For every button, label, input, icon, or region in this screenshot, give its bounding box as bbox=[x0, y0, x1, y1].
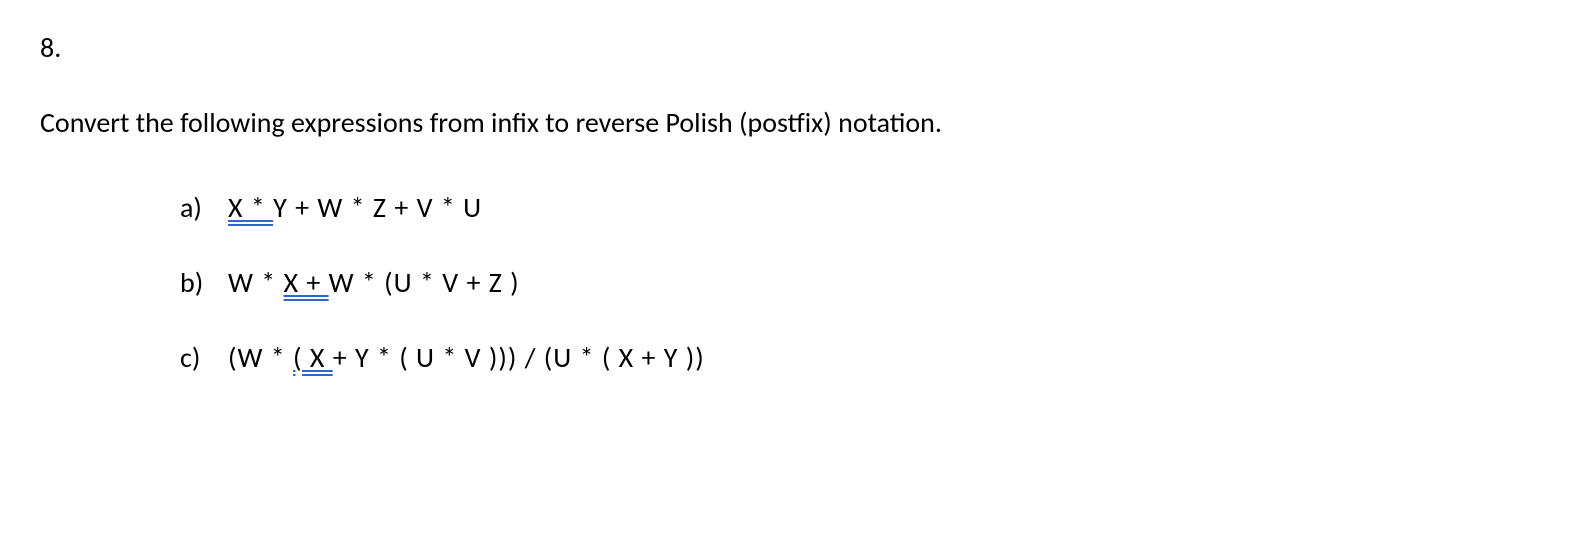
items-container: a) X * Y + W * Z + V * U b) W * X + W * … bbox=[40, 190, 1546, 375]
rest-b: W * (U * V + Z ) bbox=[329, 265, 520, 300]
expression-b: W * X + W * (U * V + Z ) bbox=[228, 265, 520, 300]
rest-c: + Y * ( U * V ))) / (U * ( X + Y )) bbox=[333, 340, 705, 375]
question-number: 8. bbox=[40, 30, 1546, 65]
pre-underline-c: (W * bbox=[228, 340, 293, 375]
expression-a: X * Y + W * Z + V * U bbox=[228, 190, 482, 225]
item-label-c: c) bbox=[180, 340, 210, 375]
pre-underline-b: W * bbox=[228, 265, 284, 300]
underlined-span-c: ( X bbox=[293, 340, 333, 375]
item-label-a: a) bbox=[180, 190, 210, 225]
item-label-b: b) bbox=[180, 265, 210, 300]
expression-c: (W * ( X + Y * ( U * V ))) / (U * ( X + … bbox=[228, 340, 705, 375]
underlined-span-a: X * bbox=[228, 190, 273, 225]
list-item: c) (W * ( X + Y * ( U * V ))) / (U * ( X… bbox=[180, 340, 1546, 375]
underlined-span-b: X + bbox=[284, 265, 329, 300]
list-item: a) X * Y + W * Z + V * U bbox=[180, 190, 1546, 225]
list-item: b) W * X + W * (U * V + Z ) bbox=[180, 265, 1546, 300]
rest-a: Y + W * Z + V * U bbox=[273, 190, 482, 225]
question-prompt: Convert the following expressions from i… bbox=[40, 105, 1546, 140]
